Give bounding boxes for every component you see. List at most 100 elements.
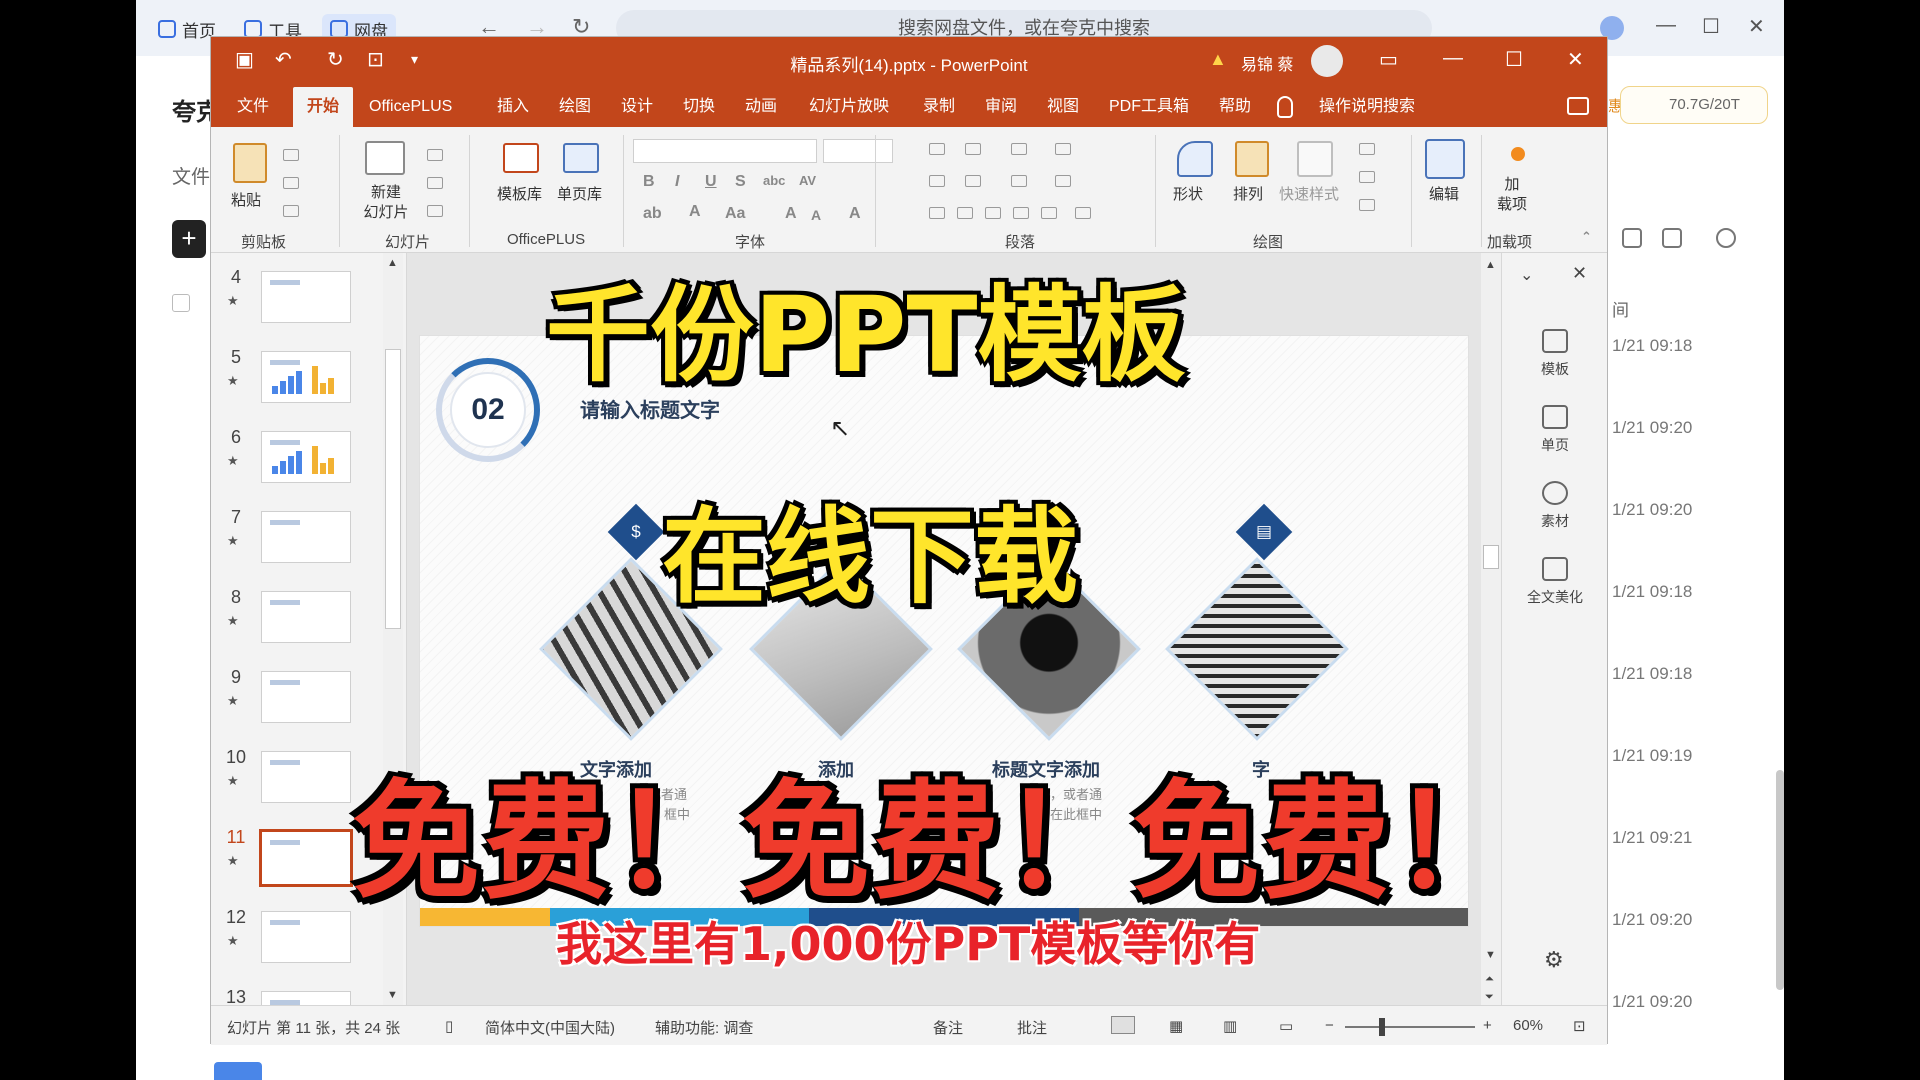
reading-view-icon[interactable]: ▥ xyxy=(1223,1017,1237,1035)
tab-slideshow[interactable]: 幻灯片放映 xyxy=(795,87,903,127)
template-icon[interactable] xyxy=(1542,329,1568,353)
tab-insert[interactable]: 插入 xyxy=(483,87,543,127)
template-library-label[interactable]: 模板库 xyxy=(497,183,542,204)
smartart-icon[interactable] xyxy=(1075,207,1091,219)
format-painter-icon[interactable] xyxy=(283,205,299,217)
grid-view-icon[interactable] xyxy=(1622,228,1642,248)
add-button[interactable]: + xyxy=(172,220,206,258)
template-library-icon[interactable] xyxy=(503,143,539,173)
single-page-library-icon[interactable] xyxy=(563,143,599,173)
copy-icon[interactable] xyxy=(283,177,299,189)
tab-draw[interactable]: 绘图 xyxy=(545,87,605,127)
designer-single-page[interactable]: 单页 xyxy=(1502,435,1608,455)
tab-design[interactable]: 设计 xyxy=(607,87,667,127)
normal-view-icon[interactable] xyxy=(1111,1016,1135,1034)
minimize-icon[interactable]: — xyxy=(1656,14,1676,37)
font-size-select[interactable] xyxy=(823,139,893,163)
char-spacing-icon[interactable]: AV xyxy=(799,173,816,188)
shadow-icon[interactable]: S xyxy=(735,173,746,191)
find-search-icon[interactable] xyxy=(1425,139,1465,179)
change-case-icon[interactable]: Aa xyxy=(725,205,745,223)
single-page-icon[interactable] xyxy=(1542,405,1568,429)
designer-beautify[interactable]: 全文美化 xyxy=(1502,587,1608,607)
align-center-icon[interactable] xyxy=(957,207,973,219)
ribbon-display-icon[interactable]: ▭ xyxy=(1379,47,1398,72)
tab-file[interactable]: 文件 xyxy=(223,87,283,127)
comments-button[interactable]: 批注 xyxy=(1017,1017,1047,1038)
user-name[interactable]: 易锦 蔡 xyxy=(1241,51,1293,75)
designer-template[interactable]: 模板 xyxy=(1502,359,1608,379)
refresh-list-icon[interactable] xyxy=(1716,228,1736,248)
tab-transitions[interactable]: 切换 xyxy=(669,87,729,127)
quick-styles-icon[interactable] xyxy=(1297,141,1333,177)
slide-sorter-icon[interactable]: ▦ xyxy=(1169,1017,1183,1035)
slide-scroll-thumb[interactable] xyxy=(1483,545,1499,569)
scroll-down-icon[interactable]: ▼ xyxy=(1485,949,1496,961)
tab-review[interactable]: 审阅 xyxy=(971,87,1031,127)
bullets-icon[interactable] xyxy=(929,143,945,155)
underline-icon[interactable]: U xyxy=(705,173,717,191)
align-text-icon[interactable] xyxy=(1055,175,1071,187)
tell-me-search[interactable]: 操作说明搜索 xyxy=(1305,87,1429,127)
line-spacing-icon[interactable] xyxy=(1011,143,1027,155)
columns-icon[interactable] xyxy=(1011,175,1027,187)
tab-record[interactable]: 录制 xyxy=(909,87,969,127)
layout-icon[interactable] xyxy=(427,149,443,161)
font-name-select[interactable] xyxy=(633,139,817,163)
increase-indent-icon[interactable] xyxy=(965,175,981,187)
shape-fill-icon[interactable] xyxy=(1359,143,1375,155)
select-all-checkbox[interactable] xyxy=(172,294,190,312)
zoom-slider-knob[interactable] xyxy=(1379,1018,1385,1036)
align-left-icon[interactable] xyxy=(929,207,945,219)
shapes-label[interactable]: 形状 xyxy=(1173,183,1203,204)
shape-outline-icon[interactable] xyxy=(1359,171,1375,183)
new-slide-icon[interactable] xyxy=(365,141,405,175)
fit-to-window-icon[interactable]: ⊡ xyxy=(1573,1017,1586,1035)
editing-label[interactable]: 编辑 xyxy=(1429,183,1459,204)
beautify-icon[interactable] xyxy=(1542,557,1568,581)
notes-button[interactable]: 备注 xyxy=(933,1017,963,1038)
drive-scrollbar[interactable] xyxy=(1776,770,1784,990)
zoom-in-icon[interactable]: + xyxy=(1483,1017,1492,1034)
maximize-icon[interactable]: ☐ xyxy=(1702,14,1720,39)
tab-officeplus[interactable]: OfficePLUS xyxy=(355,87,466,127)
user-avatar[interactable] xyxy=(1311,45,1343,77)
shrink-font-icon[interactable]: A xyxy=(811,207,821,223)
maximize-icon[interactable]: ☐ xyxy=(1505,47,1523,72)
warning-icon[interactable]: ▲ xyxy=(1209,49,1227,70)
arrange-label[interactable]: 排列 xyxy=(1233,183,1263,204)
decrease-indent-icon[interactable] xyxy=(929,175,945,187)
slideshow-icon[interactable]: ▭ xyxy=(1279,1017,1293,1035)
spelling-icon[interactable]: ▯ xyxy=(445,1017,453,1035)
slide-thumbnail[interactable] xyxy=(261,511,351,563)
slide-thumbnail[interactable] xyxy=(261,751,351,803)
reset-icon[interactable] xyxy=(427,177,443,189)
chevron-down-icon[interactable]: ⌄ xyxy=(1520,265,1533,285)
storage-badge[interactable]: 70.7G/20T xyxy=(1620,86,1768,124)
highlight-icon[interactable]: ab xyxy=(643,205,662,223)
distributed-icon[interactable] xyxy=(1041,207,1057,219)
tab-animations[interactable]: 动画 xyxy=(731,87,791,127)
close-icon[interactable]: ✕ xyxy=(1567,47,1584,72)
slide-thumbnail[interactable] xyxy=(261,671,351,723)
zoom-level[interactable]: 60% xyxy=(1513,1017,1543,1034)
slide-thumbnail[interactable] xyxy=(261,911,351,963)
tab-pdf-tools[interactable]: PDF工具箱 xyxy=(1095,87,1203,127)
tab-help[interactable]: 帮助 xyxy=(1205,87,1265,127)
close-pane-icon[interactable]: ✕ xyxy=(1572,263,1587,284)
scroll-down-icon[interactable]: ▼ xyxy=(387,989,398,1001)
settings-gear-icon[interactable]: ⚙ xyxy=(1544,947,1564,973)
photo-diamond-laptop[interactable] xyxy=(1165,557,1350,742)
slide-thumbnail[interactable] xyxy=(261,271,351,323)
tab-home[interactable]: 开始 xyxy=(293,87,354,127)
clear-format-icon[interactable]: A xyxy=(849,205,861,223)
addins-label[interactable]: 加 载项 xyxy=(1497,175,1527,215)
scroll-up-icon[interactable]: ▲ xyxy=(1485,259,1496,271)
grow-font-icon[interactable]: A xyxy=(785,205,797,223)
align-right-icon[interactable] xyxy=(985,207,1001,219)
zoom-slider[interactable] xyxy=(1345,1026,1475,1028)
section-icon[interactable] xyxy=(427,205,443,217)
designer-material[interactable]: 素材 xyxy=(1502,511,1608,531)
italic-icon[interactable]: I xyxy=(675,173,679,191)
justify-icon[interactable] xyxy=(1013,207,1029,219)
